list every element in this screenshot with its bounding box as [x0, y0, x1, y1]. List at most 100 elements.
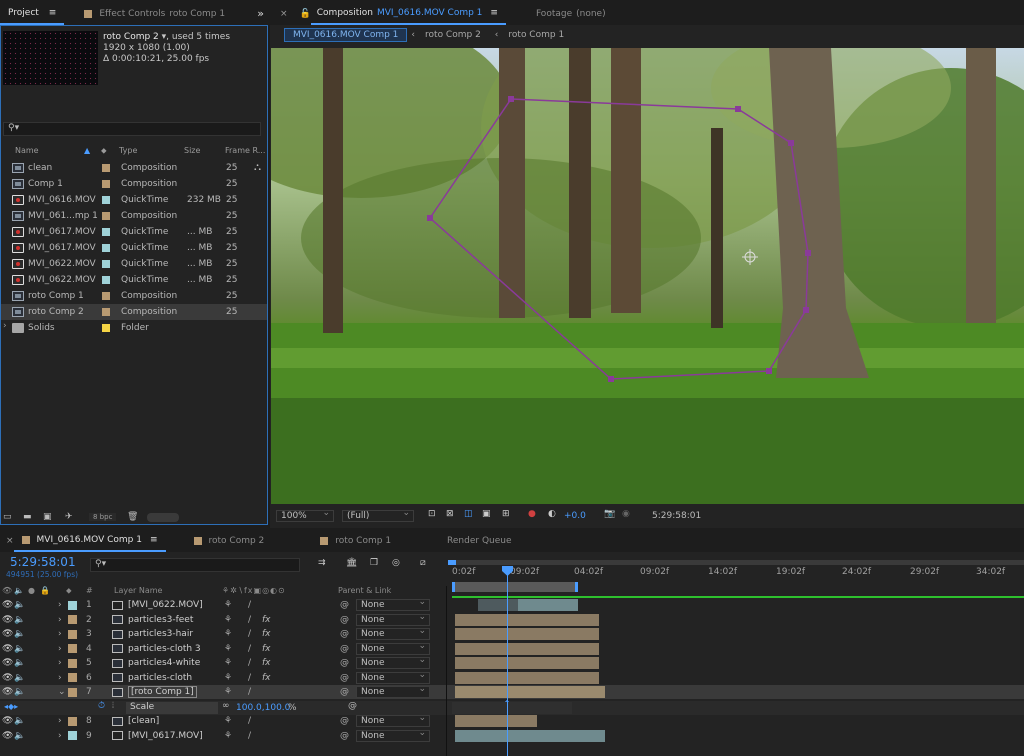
audio-icon[interactable]: 🔈: [14, 613, 25, 627]
sort-ascending-icon[interactable]: ▲: [84, 146, 90, 155]
layer-name[interactable]: [MVI_0617.MOV]: [128, 729, 203, 743]
trash-icon[interactable]: 🗑: [127, 512, 138, 522]
quality-icon[interactable]: /: [248, 714, 251, 728]
layer-row[interactable]: 👁 🔈 › 5 particles4-white ⚘ / fx @ None: [0, 655, 1024, 670]
shy-icon[interactable]: ⚘: [224, 729, 232, 743]
project-item[interactable]: Comp 1 Composition 25: [1, 176, 267, 192]
comp-flowchart-icon[interactable]: ⇉: [318, 558, 326, 568]
label-swatch[interactable]: [68, 729, 77, 743]
quality-icon[interactable]: /: [248, 627, 251, 641]
parent-dropdown[interactable]: None: [356, 670, 430, 684]
col-name[interactable]: Name: [15, 146, 39, 155]
project-item[interactable]: MVI_0622.MOV QuickTime ... MB 25: [1, 256, 267, 272]
audio-icon[interactable]: 🔈: [14, 642, 25, 656]
close-tab-icon[interactable]: ×: [6, 536, 14, 546]
project-item[interactable]: MVI_061...mp 1 Composition 25: [1, 208, 267, 224]
resolution-dropdown[interactable]: (Full): [342, 508, 414, 522]
label-swatch[interactable]: [68, 613, 77, 627]
layer-name[interactable]: particles3-feet: [128, 613, 193, 627]
parent-dropdown[interactable]: None: [356, 728, 430, 742]
expand-chevron-icon[interactable]: ›: [58, 671, 62, 685]
shy-icon[interactable]: ⚘: [224, 598, 232, 612]
constrain-link-icon[interactable]: ∞: [222, 701, 230, 711]
shy-icon[interactable]: ⚘: [224, 627, 232, 641]
project-search-input[interactable]: ⚲▾: [3, 122, 261, 136]
scale-value[interactable]: 100.0,100.0: [236, 703, 290, 713]
project-item[interactable]: roto Comp 2 Composition 25: [1, 304, 267, 320]
tab-composition[interactable]: Composition MVI_0616.MOV Comp 1 ≡: [310, 3, 506, 25]
pick-whip-icon[interactable]: @: [340, 627, 349, 641]
composition-viewer[interactable]: [271, 48, 1024, 504]
zoom-dropdown[interactable]: 100%: [276, 508, 334, 522]
stopwatch-icon[interactable]: ⏱: [98, 701, 105, 711]
layer-duration-bar[interactable]: [455, 715, 537, 727]
breadcrumb-item[interactable]: roto Comp 2: [425, 30, 481, 40]
fast-previews-icon[interactable]: ⊡: [428, 509, 436, 519]
quality-icon[interactable]: /: [248, 598, 251, 612]
shy-icon[interactable]: ⚘: [224, 656, 232, 670]
project-item[interactable]: MVI_0622.MOV QuickTime ... MB 25: [1, 272, 267, 288]
draft-3d-icon[interactable]: 🏛: [346, 558, 357, 568]
label-swatch[interactable]: [68, 685, 77, 699]
parent-dropdown[interactable]: None: [356, 684, 430, 698]
fx-icon[interactable]: fx: [262, 627, 271, 641]
bpc-button[interactable]: 8 bpc: [89, 513, 117, 521]
tab-project[interactable]: Project ≡: [0, 3, 65, 25]
project-item[interactable]: roto Comp 1 Composition 25: [1, 288, 267, 304]
label-swatch[interactable]: [102, 244, 110, 252]
layer-row[interactable]: 👁 🔈 › 9 [MVI_0617.MOV] ⚘ / @ None: [0, 728, 1024, 743]
layer-duration-bar[interactable]: [455, 671, 599, 684]
project-settings-icon[interactable]: ✈: [65, 512, 73, 522]
label-swatch[interactable]: [68, 598, 77, 612]
expand-chevron-icon[interactable]: ⌄: [58, 685, 66, 699]
fx-icon[interactable]: fx: [262, 656, 271, 670]
panel-menu-icon[interactable]: ≡: [49, 8, 57, 18]
expand-chevron-icon[interactable]: ›: [58, 656, 62, 670]
fx-icon[interactable]: fx: [262, 671, 271, 685]
eye-icon[interactable]: 👁: [2, 729, 13, 743]
keyframe-nav-icon[interactable]: ◂◆▸: [4, 702, 18, 711]
eye-icon[interactable]: 👁: [2, 586, 12, 595]
transparency-grid-icon[interactable]: ⊠: [446, 509, 454, 519]
layer-duration-bar[interactable]: [455, 729, 605, 742]
eye-icon[interactable]: 👁: [2, 598, 13, 612]
pick-whip-icon[interactable]: @: [340, 613, 349, 627]
current-timecode[interactable]: 5:29:58:01: [10, 555, 76, 569]
audio-icon[interactable]: 🔈: [14, 714, 25, 728]
graph-icon[interactable]: ⦙: [112, 701, 114, 711]
region-of-interest-icon[interactable]: ▣: [482, 509, 491, 519]
layer-row[interactable]: 👁 🔈 › 6 particles-cloth ⚘ / fx @ None: [0, 670, 1024, 685]
timeline-search-input[interactable]: ⚲▾: [90, 558, 300, 572]
layer-row[interactable]: 👁 🔈 › 1 [MVI_0622.MOV] ⚘ / @ None: [0, 597, 1024, 612]
breadcrumb-item-active[interactable]: MVI_0616.MOV Comp 1: [284, 28, 408, 42]
new-composition-icon[interactable]: ▣: [43, 512, 52, 522]
label-swatch[interactable]: [102, 212, 110, 220]
label-swatch[interactable]: [68, 642, 77, 656]
graph-editor-icon[interactable]: ⧄: [420, 558, 426, 568]
audio-icon[interactable]: 🔈: [14, 598, 25, 612]
label-swatch[interactable]: [102, 324, 110, 332]
layer-duration-bar[interactable]: [455, 686, 605, 698]
pick-whip-icon[interactable]: @: [340, 729, 349, 743]
mask-visibility-icon[interactable]: ◫: [464, 509, 473, 519]
pick-whip-icon[interactable]: @: [340, 685, 349, 699]
expand-chevron-icon[interactable]: ›: [58, 613, 62, 627]
pick-whip-icon[interactable]: @: [340, 642, 349, 656]
label-swatch[interactable]: [68, 656, 77, 670]
layer-name[interactable]: particles-cloth: [128, 671, 192, 685]
shy-icon[interactable]: ⚘: [224, 685, 232, 699]
shy-icon[interactable]: ⚘: [224, 671, 232, 685]
quality-icon[interactable]: /: [248, 642, 251, 656]
layer-name[interactable]: [clean]: [128, 714, 159, 728]
parent-dropdown[interactable]: None: [356, 612, 430, 626]
label-swatch[interactable]: [102, 164, 110, 172]
tab-timeline-roto2[interactable]: roto Comp 2: [186, 530, 273, 552]
quality-icon[interactable]: /: [248, 685, 251, 699]
solo-icon[interactable]: ●: [28, 586, 35, 595]
audio-icon[interactable]: 🔈: [14, 627, 25, 641]
layer-row[interactable]: 👁 🔈 › 2 particles3-feet ⚘ / fx @ None: [0, 612, 1024, 627]
expand-chevron-icon[interactable]: ›: [58, 729, 62, 743]
panel-menu-icon[interactable]: ≡: [490, 8, 498, 18]
guides-icon[interactable]: ⊞: [502, 509, 510, 519]
work-area-bar[interactable]: [452, 582, 578, 592]
